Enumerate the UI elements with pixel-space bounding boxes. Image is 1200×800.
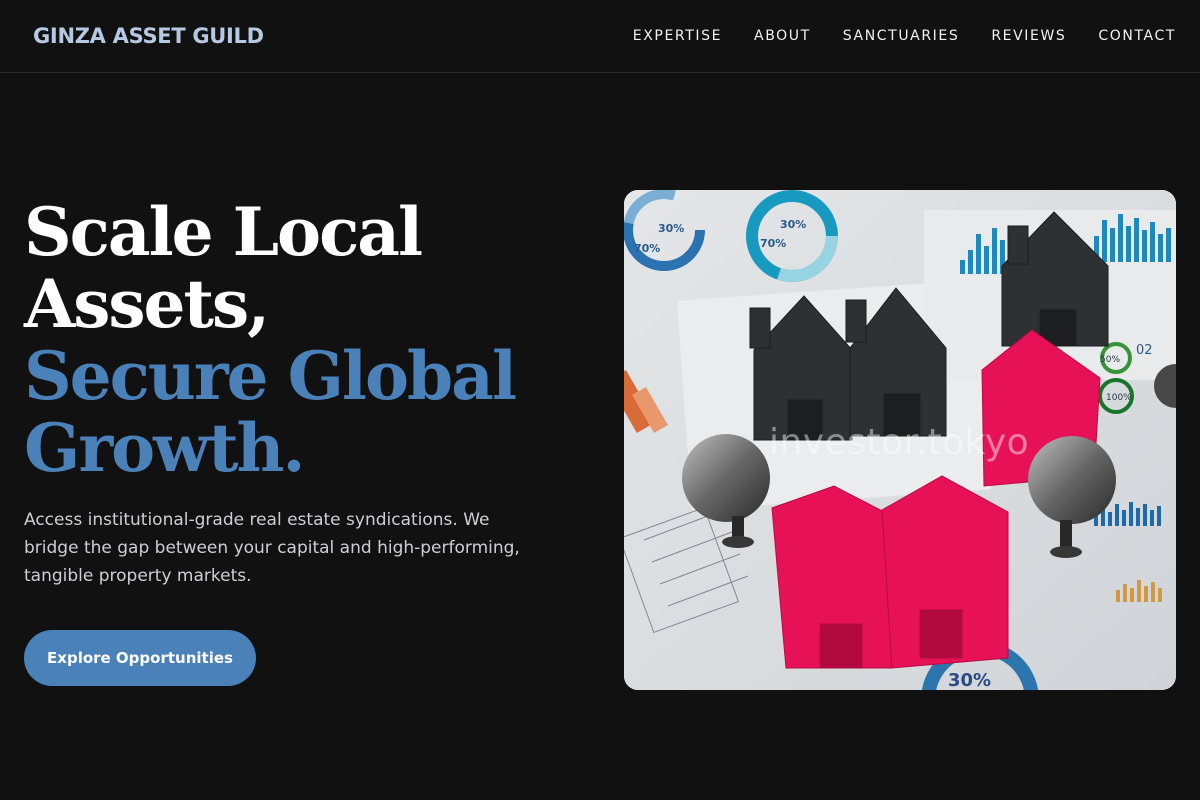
hero-image: 30% 70% 30% 70% 50% 02 100% 30% investor… — [624, 190, 1176, 690]
hero-title-line-4: Growth. — [24, 409, 305, 487]
nav-link-reviews[interactable]: REVIEWS — [991, 28, 1066, 44]
hero-title: Scale Local Assets, Secure Global Growth… — [24, 196, 584, 484]
nav-link-expertise[interactable]: EXPERTISE — [633, 28, 722, 44]
hero-subtitle: Access institutional-grade real estate s… — [24, 510, 520, 586]
hero-title-line-1: Scale Local — [24, 193, 423, 271]
hero-title-line-2: Assets, — [24, 265, 270, 343]
brand-logo[interactable]: GINZA ASSET GUILD — [33, 24, 264, 48]
hero-title-line-3: Secure Global — [24, 337, 517, 415]
nav-link-sanctuaries[interactable]: SANCTUARIES — [843, 28, 960, 44]
nav-link-about[interactable]: ABOUT — [754, 28, 811, 44]
site-header: GINZA ASSET GUILD EXPERTISE ABOUT SANCTU… — [0, 0, 1200, 73]
explore-opportunities-button[interactable]: Explore Opportunities — [24, 630, 256, 686]
nav-link-contact[interactable]: CONTACT — [1098, 28, 1176, 44]
image-watermark: investor.tokyo — [769, 422, 1030, 463]
main-nav: EXPERTISE ABOUT SANCTUARIES REVIEWS CONT… — [601, 28, 1176, 44]
